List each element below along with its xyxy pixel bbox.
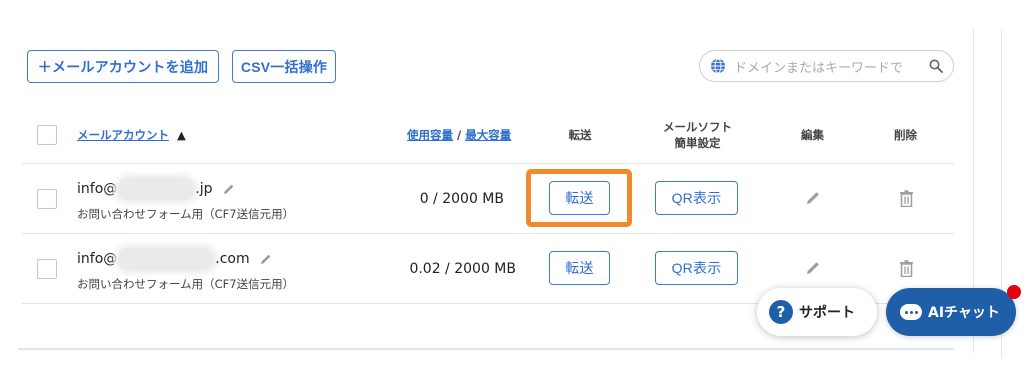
edit-column-header: 編集: [801, 128, 824, 142]
support-button[interactable]: ? サポート: [757, 288, 877, 336]
max-sort-link[interactable]: 最大容量: [465, 128, 511, 142]
chat-bubble-icon: [900, 304, 922, 320]
ai-chat-label: AIチャット: [928, 305, 1000, 321]
redacted-domain: [118, 178, 195, 200]
qr-display-button[interactable]: QR表示: [655, 181, 738, 215]
row-checkbox[interactable]: [37, 189, 57, 209]
forward-button[interactable]: 転送: [549, 251, 610, 285]
help-question-icon: ?: [769, 300, 793, 324]
section-bottom-border: [18, 348, 954, 350]
pencil-icon[interactable]: [223, 183, 235, 195]
header-separator: /: [453, 128, 466, 142]
quota-value: 0 / 2000 MB: [419, 191, 504, 207]
highlight-annotation: [526, 169, 632, 227]
search-icon[interactable]: [929, 59, 943, 73]
notification-badge: [1007, 285, 1021, 299]
support-label: サポート: [799, 305, 855, 321]
ai-chat-button[interactable]: AIチャット: [886, 288, 1016, 336]
account-suffix: .jp: [195, 181, 213, 197]
edit-pencil-icon[interactable]: [805, 190, 821, 206]
account-column-header[interactable]: メールアカウント ▲: [77, 127, 186, 143]
qr-display-button[interactable]: QR表示: [655, 251, 738, 285]
forward-column-header: 転送: [568, 128, 592, 142]
redacted-domain: [118, 248, 215, 270]
quota-column-header: 使用容量 / 最大容量: [407, 127, 511, 143]
search-box[interactable]: ドメインまたはキーワードで: [699, 50, 954, 82]
account-prefix: info@: [77, 181, 118, 197]
globe-icon: [711, 58, 725, 74]
mail-soft-header-line1: メールソフト: [663, 120, 732, 134]
trash-icon[interactable]: [899, 260, 914, 277]
account-prefix: info@: [77, 251, 118, 267]
account-suffix: .com: [215, 251, 250, 267]
pencil-icon[interactable]: [260, 253, 272, 265]
sort-ascending-icon: ▲: [177, 128, 186, 142]
account-sort-link[interactable]: メールアカウント: [77, 128, 169, 142]
csv-bulk-operation-button[interactable]: CSV一括操作: [232, 50, 336, 83]
row-checkbox[interactable]: [37, 259, 57, 279]
account-address: info@ .jp: [77, 178, 235, 200]
edit-pencil-icon[interactable]: [805, 260, 821, 276]
add-mail-account-button[interactable]: ＋メールアカウントを追加: [27, 50, 219, 83]
usage-sort-link[interactable]: 使用容量: [407, 128, 453, 142]
header-divider: [22, 163, 954, 164]
account-address: info@ .com: [77, 248, 272, 270]
row-divider: [22, 233, 954, 234]
select-all-checkbox[interactable]: [37, 125, 57, 145]
mail-soft-column-header: メールソフト 簡単設定: [650, 119, 745, 151]
account-purpose: お問い合わせフォーム用（CF7送信元用）: [77, 277, 295, 291]
quota-value: 0.02 / 2000 MB: [409, 261, 516, 277]
mail-soft-header-line2: 簡単設定: [674, 136, 721, 150]
delete-column-header: 削除: [894, 128, 917, 142]
account-purpose: お問い合わせフォーム用（CF7送信元用）: [77, 207, 295, 221]
search-placeholder[interactable]: ドメインまたはキーワードで: [734, 57, 923, 76]
trash-icon[interactable]: [899, 190, 914, 207]
